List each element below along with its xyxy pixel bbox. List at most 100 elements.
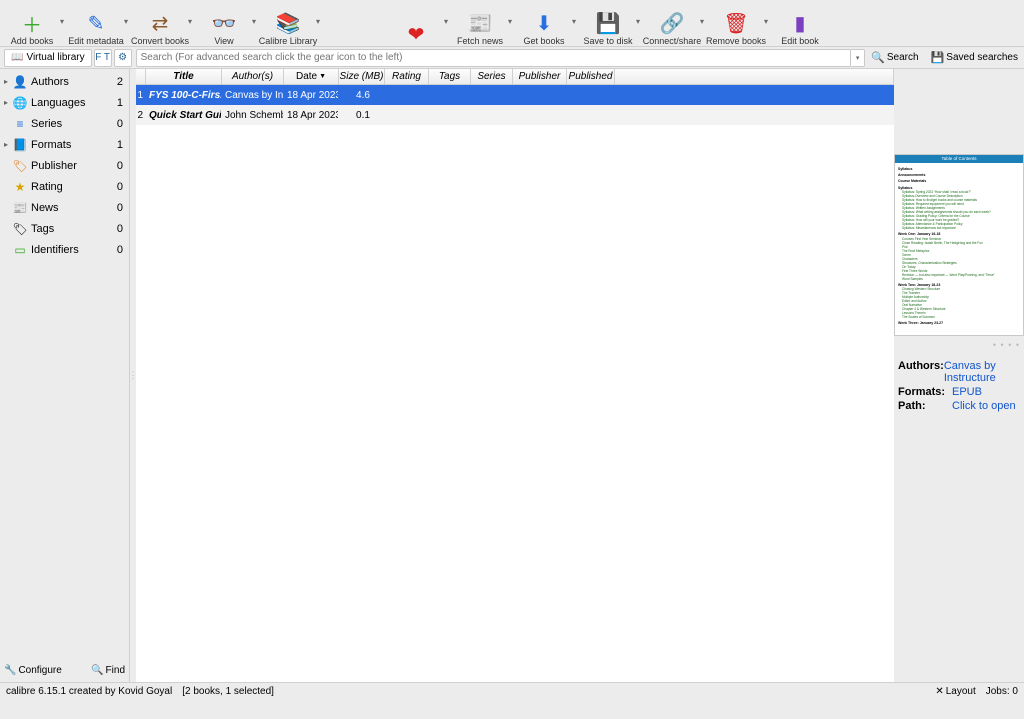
col-rating[interactable]: Rating	[385, 69, 429, 84]
meta-path-link[interactable]: Click to open	[952, 400, 1016, 412]
sidebar-item-label: Identifiers	[31, 244, 115, 256]
chevron-down-icon[interactable]: ▾	[188, 17, 196, 26]
meta-authors-key: Authors:	[898, 360, 944, 384]
preview-link: Word Samples	[898, 277, 1020, 281]
find-label: Find	[106, 665, 125, 676]
chevron-down-icon[interactable]: ▾	[700, 17, 708, 26]
status-selection: [2 books, 1 selected]	[172, 686, 935, 697]
floppy-icon: 💾	[931, 51, 945, 64]
Save to disk-icon: 💾	[596, 11, 620, 35]
col-publisher[interactable]: Publisher	[513, 69, 567, 84]
table-row[interactable]: 2Quick Start GuideJohn Schember18 Apr 20…	[136, 105, 894, 125]
sidebar-item-label: Publisher	[31, 160, 115, 172]
publisher-icon: 🏷	[12, 159, 28, 173]
preview-top-link: Course Materials	[898, 179, 1020, 183]
layout-button[interactable]: ✕Layout	[935, 686, 975, 697]
table-row[interactable]: 1FYS 100-C-Firs...Canvas by Ins...18 Apr…	[136, 85, 894, 105]
col-number[interactable]	[136, 69, 146, 84]
cell-size: 0.1	[339, 110, 385, 121]
sidebar-item-publisher[interactable]: 🏷Publisher0	[0, 155, 129, 176]
chevron-down-icon[interactable]: ▾	[444, 17, 452, 26]
toolbar-convert-books[interactable]: ⇄Convert books	[132, 2, 188, 46]
find-button[interactable]: 🔍Find	[91, 665, 125, 676]
toolbar-label: Get books	[523, 36, 564, 46]
search-input[interactable]	[136, 49, 852, 67]
cover-preview[interactable]: Table of ContentsSyllabusAnnouncementsCo…	[894, 154, 1024, 336]
toolbar-save-to-disk[interactable]: 💾Save to disk	[580, 2, 636, 46]
row-number: 1	[136, 90, 146, 101]
meta-authors-link[interactable]: Canvas by Instructure	[944, 360, 1020, 384]
sidebar-item-count: 0	[115, 223, 129, 235]
sidebar-item-label: Formats	[31, 139, 115, 151]
layout-icon: ✕	[935, 686, 943, 697]
sidebar-item-label: News	[31, 202, 115, 214]
search-button[interactable]: 🔍Search	[865, 51, 924, 64]
chevron-down-icon[interactable]: ▾	[572, 17, 580, 26]
sidebar-item-label: Tags	[31, 223, 115, 235]
status-bar: calibre 6.15.1 created by Kovid Goyal [2…	[0, 682, 1024, 700]
toolbar-edit-book[interactable]: ▮Edit book	[772, 2, 828, 46]
splitter-handle-h[interactable]: • • • •	[894, 340, 1024, 350]
chevron-down-icon[interactable]: ▾	[252, 17, 260, 26]
sidebar-item-series[interactable]: ≡Series0	[0, 113, 129, 134]
col-series[interactable]: Series	[471, 69, 513, 84]
preview-section: Week Three: January 23-27	[898, 321, 1020, 325]
chevron-down-icon[interactable]: ▾	[636, 17, 644, 26]
book-icon: 📖	[11, 52, 23, 63]
toolbar-get-books[interactable]: ⬇Get books	[516, 2, 572, 46]
chevron-down-icon[interactable]: ▾	[316, 17, 324, 26]
toolbar-remove-books[interactable]: 🗑Remove books	[708, 2, 764, 46]
fulltext-toggle[interactable]: F T	[94, 49, 112, 67]
col-authors[interactable]: Author(s)	[222, 69, 284, 84]
chevron-down-icon[interactable]: ▾	[508, 17, 516, 26]
col-title[interactable]: Title	[146, 69, 222, 84]
cell-date: 18 Apr 2023	[284, 110, 339, 121]
Remove books-icon: 🗑	[724, 11, 748, 35]
toolbar-label: Save to disk	[583, 36, 632, 46]
main-area: ▸👤Authors2▸🌐Languages1≡Series0▸📘Formats1…	[0, 69, 1024, 682]
toolbar-label: Edit metadata	[68, 36, 124, 46]
saved-searches-button[interactable]: 💾Saved searches	[925, 51, 1024, 64]
meta-formats-link[interactable]: EPUB	[952, 386, 982, 398]
sidebar-item-label: Languages	[31, 97, 115, 109]
chevron-down-icon[interactable]: ▾	[60, 17, 68, 26]
chevron-down-icon[interactable]: ▾	[124, 17, 132, 26]
col-date[interactable]: Date▼	[284, 69, 339, 84]
news-icon: 📰	[12, 201, 28, 215]
book-rows: 1FYS 100-C-Firs...Canvas by Ins...18 Apr…	[136, 85, 894, 682]
details-pane: Table of ContentsSyllabusAnnouncementsCo…	[894, 69, 1024, 682]
sidebar-item-news[interactable]: 📰News0	[0, 197, 129, 218]
col-published[interactable]: Published	[567, 69, 615, 84]
col-size[interactable]: Size (MB)	[339, 69, 385, 84]
toolbar-connect/share[interactable]: 🔗Connect/share	[644, 2, 700, 46]
toolbar-add-books[interactable]: ＋Add books	[4, 2, 60, 46]
sidebar-item-languages[interactable]: ▸🌐Languages1	[0, 92, 129, 113]
cell-title: FYS 100-C-Firs...	[146, 90, 222, 101]
sidebar-item-formats[interactable]: ▸📘Formats1	[0, 134, 129, 155]
sidebar-item-identifiers[interactable]: ▭Identifiers0	[0, 239, 129, 260]
Calibre Library-icon: 📚	[276, 11, 300, 35]
toolbar-edit-metadata[interactable]: ✎Edit metadata	[68, 2, 124, 46]
wrench-icon: 🔧	[4, 665, 16, 676]
sidebar-item-label: Authors	[31, 76, 115, 88]
sidebar-item-authors[interactable]: ▸👤Authors2	[0, 71, 129, 92]
toolbar-donate[interactable]: ❤	[388, 2, 444, 46]
toolbar-label: Fetch news	[457, 36, 503, 46]
col-tags[interactable]: Tags	[429, 69, 471, 84]
chevron-right-icon: ▸	[4, 98, 12, 107]
authors-icon: 👤	[12, 75, 28, 89]
toolbar-calibre-library[interactable]: 📚Calibre Library	[260, 2, 316, 46]
toolbar-view[interactable]: 👓View	[196, 2, 252, 46]
sidebar-item-rating[interactable]: ★Rating0	[0, 176, 129, 197]
sidebar-item-tags[interactable]: 🏷Tags0	[0, 218, 129, 239]
configure-button[interactable]: 🔧Configure	[4, 665, 62, 676]
toolbar-fetch-news[interactable]: 📰Fetch news	[452, 2, 508, 46]
sidebar-item-count: 0	[115, 244, 129, 256]
search-dropdown[interactable]: ▾	[851, 49, 865, 67]
advanced-search-gear-icon[interactable]: ⚙	[114, 49, 132, 67]
Edit metadata-icon: ✎	[84, 11, 108, 35]
chevron-down-icon[interactable]: ▾	[764, 17, 772, 26]
jobs-button[interactable]: Jobs: 0	[986, 686, 1018, 697]
sidebar-list: ▸👤Authors2▸🌐Languages1≡Series0▸📘Formats1…	[0, 69, 129, 663]
virtual-library-button[interactable]: 📖 Virtual library	[4, 49, 92, 67]
